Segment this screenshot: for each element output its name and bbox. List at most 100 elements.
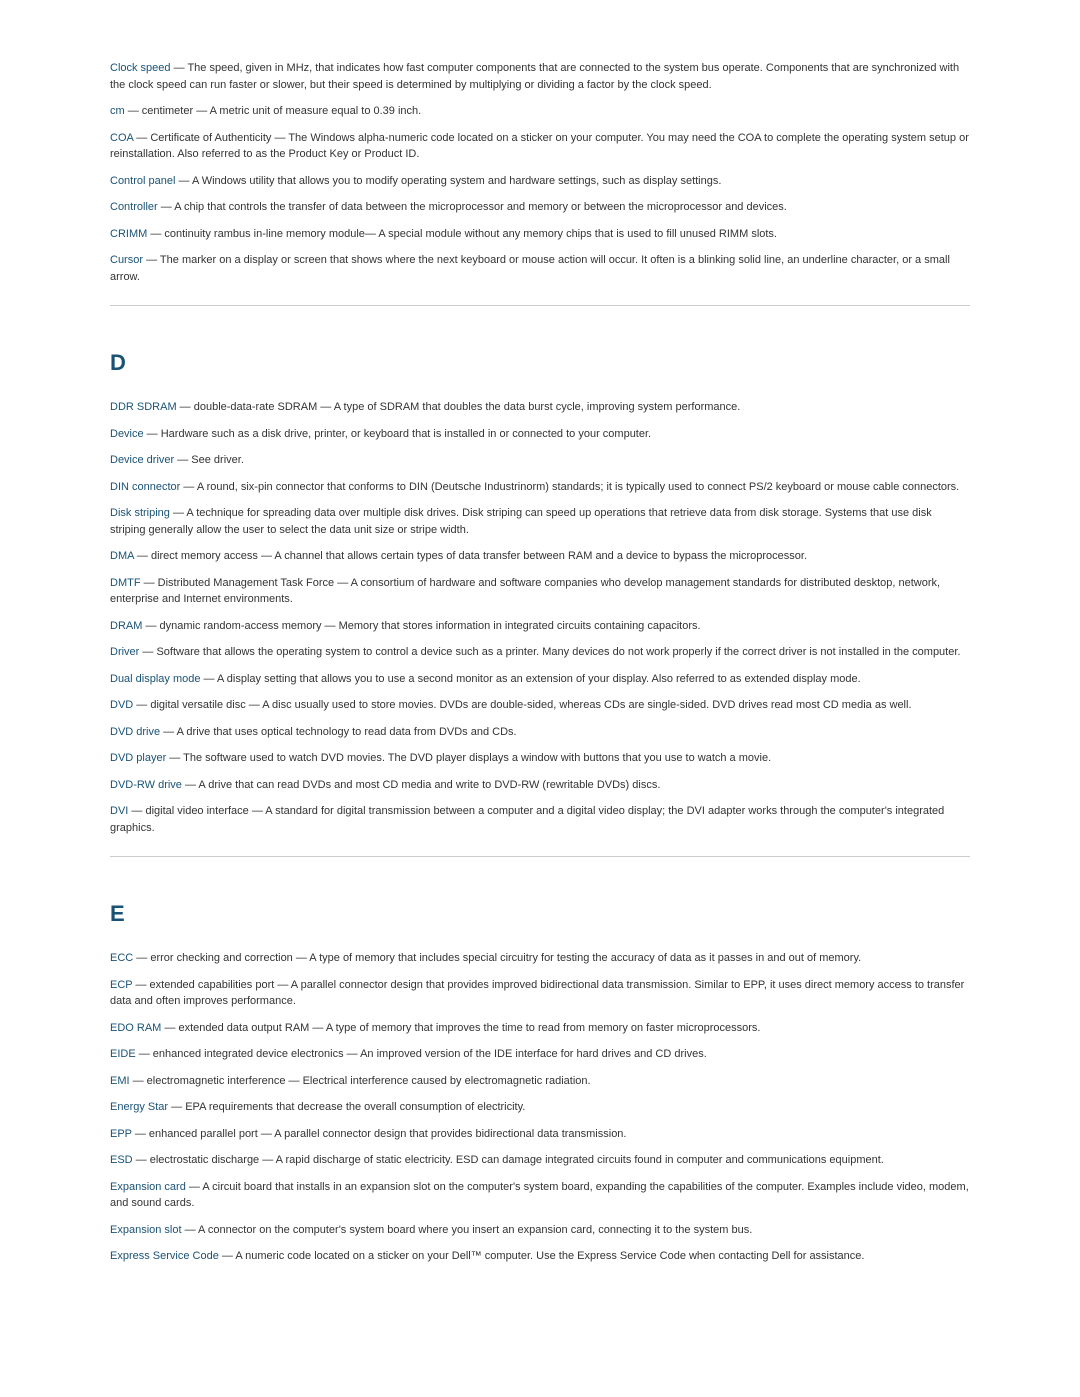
entry: Energy Star — EPA requirements that decr…	[110, 1099, 970, 1116]
term[interactable]: Expansion slot	[110, 1224, 182, 1236]
entry: DVD-RW drive — A drive that can read DVD…	[110, 777, 970, 794]
definition: — A chip that controls the transfer of d…	[158, 201, 787, 213]
term[interactable]: Express Service Code	[110, 1250, 219, 1262]
definition: — The speed, given in MHz, that indicate…	[110, 62, 959, 91]
entry: EIDE — enhanced integrated device electr…	[110, 1046, 970, 1063]
term[interactable]: Dual display mode	[110, 673, 201, 685]
term[interactable]: Control panel	[110, 175, 175, 187]
definition: — extended data output RAM — A type of m…	[161, 1022, 760, 1034]
entry: DVI — digital video interface — A standa…	[110, 803, 970, 836]
entry: DVD drive — A drive that uses optical te…	[110, 724, 970, 741]
entry: Dual display mode — A display setting th…	[110, 671, 970, 688]
definition: — electromagnetic interference — Electri…	[130, 1075, 591, 1087]
term[interactable]: DRAM	[110, 620, 142, 632]
term[interactable]: EMI	[110, 1075, 130, 1087]
entry: DIN connector — A round, six-pin connect…	[110, 479, 970, 496]
entry: ESD — electrostatic discharge — A rapid …	[110, 1152, 970, 1169]
entry: DDR SDRAM — double-data-rate SDRAM — A t…	[110, 399, 970, 416]
definition: — direct memory access — A channel that …	[134, 550, 807, 562]
term[interactable]: Device driver	[110, 454, 174, 466]
entry: DMTF — Distributed Management Task Force…	[110, 575, 970, 608]
term[interactable]: Expansion card	[110, 1181, 186, 1193]
definition: — double-data-rate SDRAM — A type of SDR…	[177, 401, 741, 413]
term[interactable]: DIN connector	[110, 481, 180, 493]
definition: — dynamic random-access memory — Memory …	[142, 620, 700, 632]
page-content: Clock speed — The speed, given in MHz, t…	[110, 60, 970, 1265]
entry: ECC — error checking and correction — A …	[110, 950, 970, 967]
term[interactable]: EPP	[110, 1128, 132, 1140]
term[interactable]: EDO RAM	[110, 1022, 161, 1034]
entry: EPP — enhanced parallel port — A paralle…	[110, 1126, 970, 1143]
entry: EDO RAM — extended data output RAM — A t…	[110, 1020, 970, 1037]
term[interactable]: DMTF	[110, 577, 141, 589]
definition: — digital video interface — A standard f…	[110, 805, 944, 834]
definition: — Certificate of Authenticity — The Wind…	[110, 132, 969, 161]
definition: — The marker on a display or screen that…	[110, 254, 950, 283]
term[interactable]: Energy Star	[110, 1101, 168, 1113]
term[interactable]: Disk striping	[110, 507, 170, 519]
entry: CRIMM — continuity rambus in-line memory…	[110, 226, 970, 243]
definition: — A drive that can read DVDs and most CD…	[182, 779, 660, 791]
definition: — A display setting that allows you to u…	[201, 673, 861, 685]
entry: Express Service Code — A numeric code lo…	[110, 1248, 970, 1265]
entry: Control panel — A Windows utility that a…	[110, 173, 970, 190]
entry: Controller — A chip that controls the tr…	[110, 199, 970, 216]
entry: Driver — Software that allows the operat…	[110, 644, 970, 661]
entry: Expansion card — A circuit board that in…	[110, 1179, 970, 1212]
term[interactable]: DVD player	[110, 752, 166, 764]
entry: COA — Certificate of Authenticity — The …	[110, 130, 970, 163]
definition: — A technique for spreading data over mu…	[110, 507, 932, 536]
definition: — enhanced integrated device electronics…	[136, 1048, 707, 1060]
term[interactable]: Cursor	[110, 254, 143, 266]
term[interactable]: Device	[110, 428, 144, 440]
section-divider	[110, 856, 970, 857]
entry: cm — centimeter — A metric unit of measu…	[110, 103, 970, 120]
term[interactable]: COA	[110, 132, 133, 144]
term[interactable]: CRIMM	[110, 228, 147, 240]
definition: — A numeric code located on a sticker on…	[219, 1250, 865, 1262]
term[interactable]: Controller	[110, 201, 158, 213]
term[interactable]: DVD	[110, 699, 133, 711]
definition: — Software that allows the operating sys…	[139, 646, 960, 658]
definition: — A drive that uses optical technology t…	[160, 726, 516, 738]
definition: — A connector on the computer's system b…	[182, 1224, 753, 1236]
entry: Expansion slot — A connector on the comp…	[110, 1222, 970, 1239]
definition: — EPA requirements that decrease the ove…	[168, 1101, 525, 1113]
entry: ECP — extended capabilities port — A par…	[110, 977, 970, 1010]
term[interactable]: ECC	[110, 952, 133, 964]
term[interactable]: DVD drive	[110, 726, 160, 738]
term[interactable]: DVI	[110, 805, 128, 817]
section-letter-d: D	[110, 346, 970, 379]
entry: DVD player — The software used to watch …	[110, 750, 970, 767]
definition: — error checking and correction — A type…	[133, 952, 861, 964]
section-letter-e: E	[110, 897, 970, 930]
definition: — centimeter — A metric unit of measure …	[125, 105, 422, 117]
definition: — The software used to watch DVD movies.…	[166, 752, 771, 764]
definition: — extended capabilities port — A paralle…	[110, 979, 964, 1008]
definition: — digital versatile disc — A disc usuall…	[133, 699, 911, 711]
term[interactable]: Driver	[110, 646, 139, 658]
entry: Device — Hardware such as a disk drive, …	[110, 426, 970, 443]
entry: DRAM — dynamic random-access memory — Me…	[110, 618, 970, 635]
entry: DMA — direct memory access — A channel t…	[110, 548, 970, 565]
term[interactable]: Clock speed	[110, 62, 171, 74]
term[interactable]: DDR SDRAM	[110, 401, 177, 413]
term[interactable]: EIDE	[110, 1048, 136, 1060]
term[interactable]: DVD-RW drive	[110, 779, 182, 791]
entry: EMI — electromagnetic interference — Ele…	[110, 1073, 970, 1090]
definition: — A round, six-pin connector that confor…	[180, 481, 959, 493]
definition: — enhanced parallel port — A parallel co…	[132, 1128, 627, 1140]
definition: — continuity rambus in-line memory modul…	[147, 228, 777, 240]
entry: Device driver — See driver.	[110, 452, 970, 469]
entry: Clock speed — The speed, given in MHz, t…	[110, 60, 970, 93]
definition: — Distributed Management Task Force — A …	[110, 577, 940, 606]
definition: — See driver.	[174, 454, 244, 466]
definition: — A Windows utility that allows you to m…	[175, 175, 721, 187]
term[interactable]: cm	[110, 105, 125, 117]
term[interactable]: DMA	[110, 550, 134, 562]
term[interactable]: ESD	[110, 1154, 133, 1166]
definition: — electrostatic discharge — A rapid disc…	[133, 1154, 884, 1166]
entry: Disk striping — A technique for spreadin…	[110, 505, 970, 538]
entry: DVD — digital versatile disc — A disc us…	[110, 697, 970, 714]
term[interactable]: ECP	[110, 979, 132, 991]
